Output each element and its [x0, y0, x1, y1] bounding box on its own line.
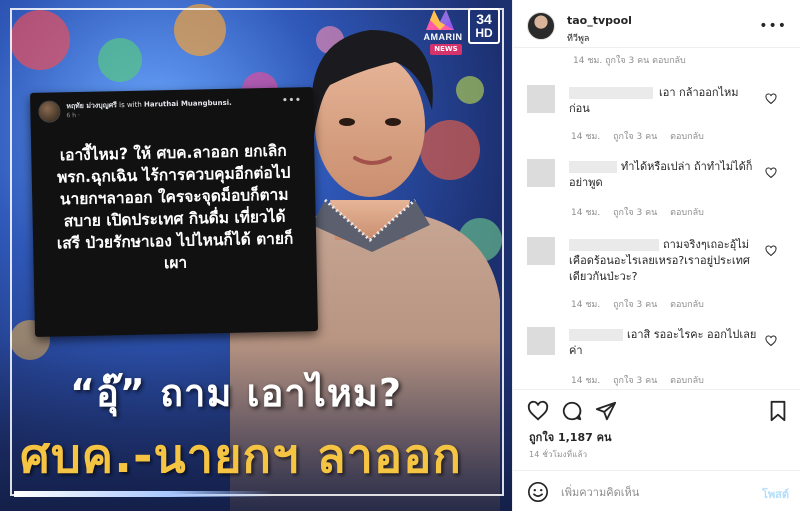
comment-text: ถามจริงๆเถอะอุ้ไม่เคือดร้อนอะไรเลยเหรอ?เ… — [569, 237, 759, 285]
news-badge: NEWS — [430, 44, 462, 55]
post-side-panel: tao_tvpool ทีวีพูล ••• 14 ชม. ถูกใจ 3 คน… — [512, 0, 800, 511]
fb-with-text: is with — [119, 100, 142, 110]
comment-meta: 14 ชม. ถูกใจ 3 คน ตอบกลับ — [571, 297, 714, 311]
decorative-bar — [14, 491, 274, 497]
more-options-icon[interactable]: ••• — [759, 18, 787, 34]
fb-author-line: หฤทัย ม่วงบุญศรี is with Haruthai Muangb… — [66, 98, 232, 112]
partial-comment-meta: 14 ชม. ถูกใจ 3 คน ตอบกลับ — [573, 56, 686, 66]
location-link[interactable]: ทีวีพูล — [567, 31, 589, 45]
comment-time: 14 ชม. — [571, 376, 601, 386]
bookmark-icon[interactable] — [767, 400, 789, 422]
commenter-name-blurred[interactable] — [569, 161, 617, 173]
heart-icon[interactable] — [765, 335, 777, 347]
comment-time: 14 ชม. — [571, 208, 601, 218]
post-comment-button[interactable]: โพสต์ — [762, 485, 789, 503]
comment-likes[interactable]: ถูกใจ 3 คน — [613, 300, 657, 310]
commenter-avatar[interactable] — [527, 85, 555, 113]
commenter-name-blurred[interactable] — [569, 87, 653, 99]
amarin-logo: AMARIN NEWS — [420, 8, 466, 56]
headline-line-1: “อุ๊” ถาม เอาไหม? — [70, 371, 403, 415]
fb-post-body: เอางี้ไหม? ให้ ศบค.ลาออก ยกเลิก พรก.ฉุกเ… — [56, 141, 294, 273]
comments-list[interactable]: 14 ชม. ถูกใจ 3 คน ตอบกลับ เอา กล้าออกไหม… — [513, 49, 800, 389]
heart-icon[interactable] — [765, 93, 777, 105]
fb-author: หฤทัย ม่วงบุญศรี — [66, 101, 117, 111]
share-icon[interactable] — [595, 400, 617, 422]
profile-avatar[interactable] — [527, 12, 555, 40]
comment-text: เอาสิ รออะไรคะ ออกไปเลยค่า — [569, 327, 759, 359]
commenter-avatar[interactable] — [527, 237, 555, 265]
comment-meta: 14 ชม. ถูกใจ 3 คน ตอบกลับ — [571, 205, 714, 219]
reply-button[interactable]: ตอบกลับ — [670, 208, 704, 218]
comment-time: 14 ชม. — [571, 132, 601, 142]
add-comment-bar: โพสต์ — [513, 470, 800, 511]
reply-button[interactable]: ตอบกลับ — [670, 376, 704, 386]
comment-likes[interactable]: ถูกใจ 3 คน — [613, 132, 657, 142]
channel-number-badge: 34 HD — [468, 8, 500, 44]
reply-button[interactable]: ตอบกลับ — [670, 132, 704, 142]
comment-time: 14 ชม. — [571, 300, 601, 310]
comment-text: ทำได้หรือเปล่า ถ้าทำไม่ได้ก็อย่าพูด — [569, 159, 759, 191]
fb-more-icon: ••• — [281, 93, 302, 107]
post-timestamp[interactable]: 14 ชั่วโมงที่แล้ว — [529, 448, 587, 461]
headline-line-2: ศบค.-นายกฯ ลาออก — [20, 429, 462, 484]
fb-with-name: Haruthai Muangbunsi. — [143, 98, 232, 109]
smile-icon[interactable] — [527, 481, 549, 503]
facebook-post-screenshot: หฤทัย ม่วงบุญศรี is with Haruthai Muangb… — [30, 87, 319, 337]
commenter-avatar[interactable] — [527, 327, 555, 355]
comment-input[interactable] — [561, 481, 751, 503]
post-image[interactable]: AMARIN NEWS 34 HD หฤทัย ม่วงบุญศรี is wi… — [0, 0, 512, 511]
comment-likes[interactable]: ถูกใจ 3 คน — [613, 208, 657, 218]
fb-post-time: 6 h · — [66, 111, 80, 120]
comment-text: เอา กล้าออกไหมก่อน — [569, 85, 759, 117]
comment-likes[interactable]: ถูกใจ 3 คน — [613, 376, 657, 386]
commenter-name-blurred[interactable] — [569, 239, 659, 251]
heart-icon[interactable] — [765, 245, 777, 257]
fb-avatar — [38, 100, 61, 123]
heart-icon[interactable] — [765, 167, 777, 179]
username-link[interactable]: tao_tvpool — [567, 14, 632, 27]
reply-button[interactable]: ตอบกลับ — [670, 300, 704, 310]
channel-number: 34 — [476, 11, 492, 27]
like-count[interactable]: ถูกใจ 1,187 คน — [529, 428, 611, 446]
channel-hd: HD — [475, 26, 493, 40]
channel-logo-text: AMARIN — [423, 32, 463, 42]
fb-post-header: หฤทัย ม่วงบุญศรี is with Haruthai Muangb… — [38, 93, 305, 127]
commenter-name-blurred[interactable] — [569, 329, 623, 341]
comment-meta: 14 ชม. ถูกใจ 3 คน ตอบกลับ — [571, 129, 714, 143]
like-heart-icon[interactable] — [527, 400, 549, 422]
comment-meta: 14 ชม. ถูกใจ 3 คน ตอบกลับ — [571, 373, 714, 387]
commenter-avatar[interactable] — [527, 159, 555, 187]
comment-icon[interactable] — [561, 400, 583, 422]
profile-header: tao_tvpool ทีวีพูล ••• — [513, 0, 800, 48]
amarin-logo-mark — [426, 10, 454, 30]
post-actions: ถูกใจ 1,187 คน 14 ชั่วโมงที่แล้ว — [513, 389, 800, 463]
